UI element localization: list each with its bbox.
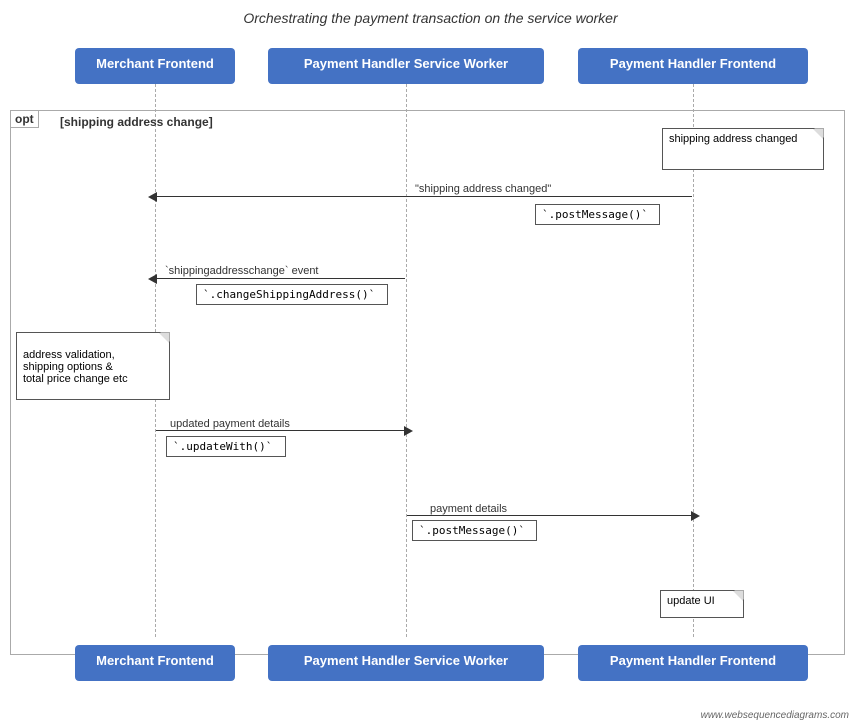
participant-phfe-bottom: Payment Handler Frontend xyxy=(578,645,808,681)
arrow3-line xyxy=(156,430,405,431)
opt-condition: [shipping address change] xyxy=(60,115,213,129)
participant-phsw-top: Payment Handler Service Worker xyxy=(268,48,544,84)
method-postmessage2: `.postMessage()` xyxy=(412,520,537,541)
diagram-title: Orchestrating the payment transaction on… xyxy=(0,0,861,26)
arrow3-label: updated payment details xyxy=(170,418,290,430)
participant-phsw-bottom: Payment Handler Service Worker xyxy=(268,645,544,681)
arrow2-line xyxy=(156,278,405,279)
participant-merchant-top: Merchant Frontend xyxy=(75,48,235,84)
arrow4-label: payment details xyxy=(430,503,507,515)
method-changeshipping: `.changeShippingAddress()` xyxy=(196,284,388,305)
method-postmessage1: `.postMessage()` xyxy=(535,204,660,225)
arrow2-label: `shippingaddresschange` event xyxy=(165,265,319,277)
arrow1-label: "shipping address changed" xyxy=(415,183,551,195)
note-shipping-changed: shipping address changed xyxy=(662,128,824,170)
footer-text: www.websequencediagrams.com xyxy=(701,710,849,721)
participant-phfe-top: Payment Handler Frontend xyxy=(578,48,808,84)
diagram-container: Orchestrating the payment transaction on… xyxy=(0,0,861,727)
opt-label: opt xyxy=(10,110,39,128)
arrow1-line xyxy=(156,196,692,197)
participant-merchant-bottom: Merchant Frontend xyxy=(75,645,235,681)
arrow4-line xyxy=(407,515,692,516)
note-address-validation: address validation, shipping options & t… xyxy=(16,332,170,400)
note-update-ui: update UI xyxy=(660,590,744,618)
method-updatewith: `.updateWith()` xyxy=(166,436,286,457)
